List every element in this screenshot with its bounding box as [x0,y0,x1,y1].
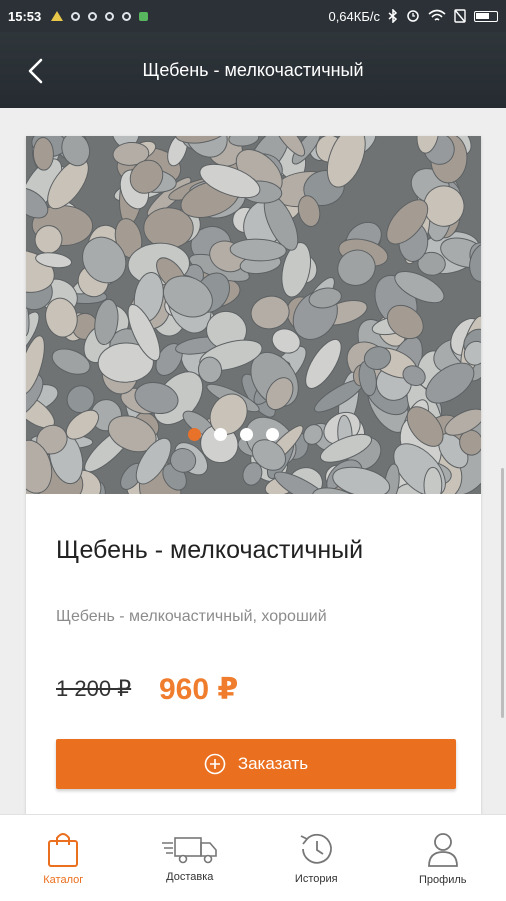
product-title: Щебень - мелкочастичный [56,536,363,565]
bottom-navigation: Каталог Доставка История Профиль [0,814,506,901]
network-speed: 0,64КБ/с [328,9,380,24]
gallery-dot-2[interactable] [214,428,227,441]
battery-icon [474,11,498,22]
wifi-icon [428,9,446,23]
nav-label-delivery: Доставка [166,871,213,883]
plus-circle-icon [204,753,226,775]
product-screen[interactable]: Щебень - мелкочастичный Щебень - мелкоча… [0,108,506,814]
status-bar: 15:53 0,64КБ/с [0,0,506,32]
page-title: Щебень - мелкочастичный [0,60,506,81]
old-price: 1 200 ₽ [56,676,131,702]
nav-item-delivery[interactable]: Доставка [127,815,254,901]
order-button[interactable]: Заказать [56,739,456,789]
notification-icon [71,12,80,21]
product-photo[interactable] [26,136,481,494]
delivery-truck-icon [161,833,219,865]
no-sim-icon [454,9,466,23]
bluetooth-icon [388,9,398,23]
app-icon [139,12,148,21]
gallery-dot-1[interactable] [188,428,201,441]
gallery-dot-4[interactable] [266,428,279,441]
status-time: 15:53 [8,9,41,24]
history-icon [297,831,335,867]
order-button-label: Заказать [238,754,308,774]
gallery-dot-3[interactable] [240,428,253,441]
notification-icon [105,12,114,21]
scrollbar[interactable] [501,468,504,718]
nav-label-catalog: Каталог [43,874,83,886]
current-price: 960 ₽ [159,672,238,707]
nav-label-profile: Профиль [419,874,467,886]
nav-item-profile[interactable]: Профиль [380,815,506,901]
nav-item-catalog[interactable]: Каталог [0,815,127,901]
nav-item-history[interactable]: История [253,815,380,901]
nav-label-history: История [295,873,338,885]
alarm-icon [406,9,420,23]
notification-icons [51,11,148,21]
notification-icon [88,12,97,21]
shopping-bag-icon [46,830,80,868]
app-bar: Щебень - мелкочастичный [0,32,506,108]
drive-icon [51,11,63,21]
gallery-indicator [26,428,481,441]
profile-icon [426,830,460,868]
product-card: Щебень - мелкочастичный Щебень - мелкоча… [26,136,481,826]
notification-icon [122,12,131,21]
product-description: Щебень - мелкочастичный, хороший [56,608,327,626]
